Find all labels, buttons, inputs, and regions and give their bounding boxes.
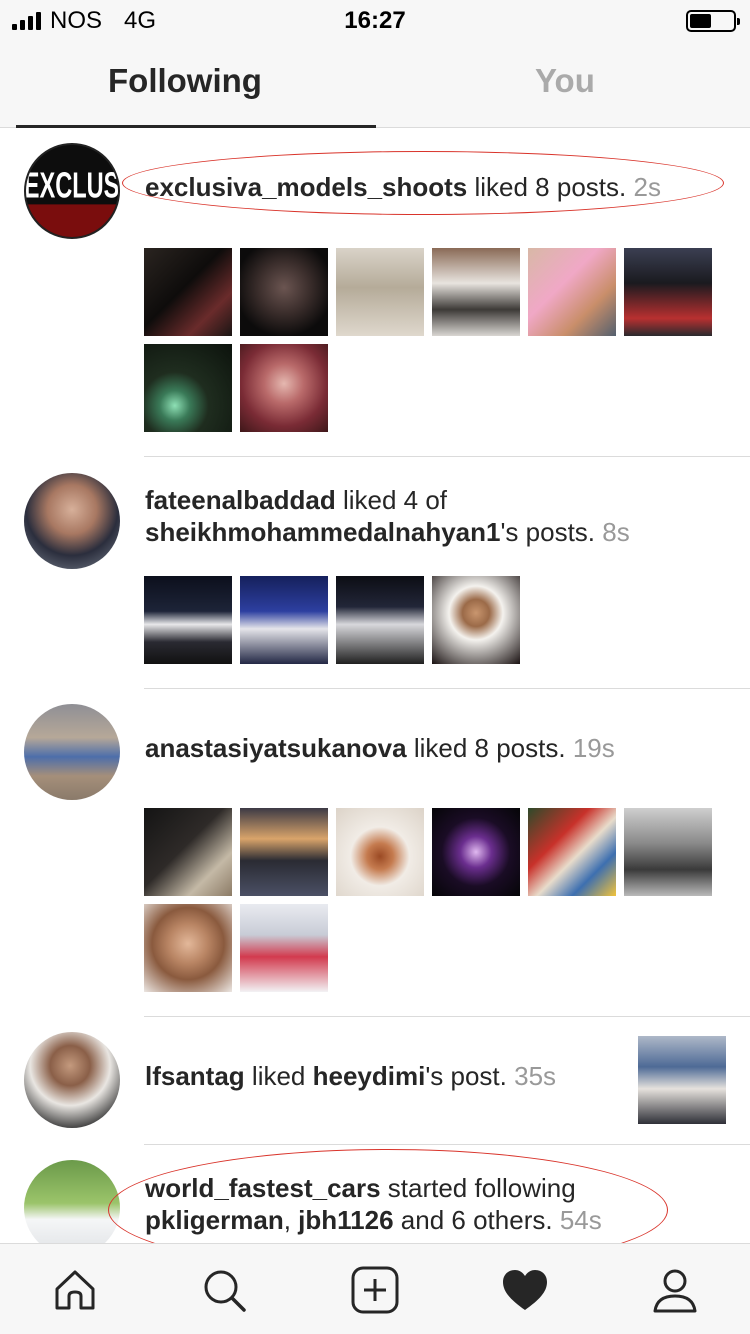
activity-text: anastasiyatsukanova liked 8 posts. 19s bbox=[145, 732, 615, 764]
target-user-link[interactable]: pkligerman bbox=[145, 1205, 284, 1235]
profile-icon[interactable] bbox=[649, 1264, 701, 1316]
username-link[interactable]: anastasiyatsukanova bbox=[145, 733, 407, 763]
post-thumbnail[interactable] bbox=[240, 344, 328, 432]
target-user-link[interactable]: heeydimi bbox=[313, 1061, 426, 1091]
post-thumbnail[interactable] bbox=[432, 248, 520, 336]
svg-text:EXCLUS: EXCLUS bbox=[26, 166, 118, 206]
liked-posts-grid bbox=[144, 248, 712, 432]
post-thumbnail[interactable] bbox=[624, 248, 712, 336]
avatar[interactable] bbox=[24, 1160, 120, 1243]
divider bbox=[144, 456, 750, 457]
avatar[interactable] bbox=[24, 1032, 120, 1128]
post-thumbnail[interactable] bbox=[624, 808, 712, 896]
timestamp: 54s bbox=[559, 1205, 602, 1235]
activity-text: fateenalbaddad liked 4 of sheikhmohammed… bbox=[145, 484, 630, 548]
post-thumbnail[interactable] bbox=[240, 904, 328, 992]
username-link[interactable]: world_fastest_cars bbox=[145, 1173, 381, 1203]
activity-text: exclusiva_models_shoots liked 8 posts. 2… bbox=[145, 171, 661, 203]
clock: 16:27 bbox=[344, 7, 406, 34]
active-tab-indicator bbox=[16, 125, 376, 128]
avatar[interactable] bbox=[24, 704, 120, 800]
action-text: liked 4 of bbox=[335, 485, 448, 515]
activity-text: lfsantag liked heeydimi's post. 35s bbox=[145, 1060, 556, 1092]
avatar[interactable] bbox=[24, 473, 120, 569]
home-icon[interactable] bbox=[49, 1264, 101, 1316]
target-suffix: 's post. bbox=[425, 1061, 507, 1091]
activity-tabs: Following You bbox=[0, 40, 750, 128]
target-user-link[interactable]: jbh1126 bbox=[298, 1205, 393, 1235]
divider bbox=[144, 1016, 750, 1017]
liked-posts-grid bbox=[144, 576, 712, 664]
post-thumbnail[interactable] bbox=[144, 808, 232, 896]
tab-following[interactable]: Following bbox=[108, 62, 262, 100]
timestamp: 8s bbox=[602, 517, 630, 547]
post-thumbnail[interactable] bbox=[336, 248, 424, 336]
add-post-icon[interactable] bbox=[349, 1264, 401, 1316]
battery-icon bbox=[686, 10, 740, 32]
post-thumbnail[interactable] bbox=[144, 248, 232, 336]
heart-icon[interactable] bbox=[499, 1264, 551, 1316]
post-thumbnail[interactable] bbox=[336, 808, 424, 896]
activity-text: world_fastest_cars started following pkl… bbox=[145, 1173, 602, 1235]
username-link[interactable]: fateenalbaddad bbox=[145, 485, 336, 515]
post-thumbnail[interactable] bbox=[638, 1036, 726, 1124]
timestamp: 2s bbox=[633, 172, 661, 202]
status-bar: NOS 4G 16:27 bbox=[0, 0, 750, 40]
tab-you[interactable]: You bbox=[535, 62, 595, 100]
username-link[interactable]: lfsantag bbox=[145, 1061, 245, 1091]
timestamp: 35s bbox=[514, 1061, 557, 1091]
timestamp: 19s bbox=[572, 733, 615, 763]
divider bbox=[144, 688, 750, 689]
liked-posts-grid bbox=[144, 808, 712, 992]
action-text: started following bbox=[380, 1173, 576, 1203]
post-thumbnail[interactable] bbox=[528, 248, 616, 336]
divider bbox=[144, 1144, 750, 1145]
action-text: liked bbox=[244, 1061, 313, 1091]
post-thumbnail[interactable] bbox=[240, 576, 328, 664]
post-thumbnail[interactable] bbox=[336, 576, 424, 664]
target-suffix: 's posts. bbox=[500, 517, 596, 547]
exclusiva-logo: EXCLUS bbox=[26, 145, 118, 237]
action-text: liked 8 posts. bbox=[467, 172, 627, 202]
post-thumbnail[interactable] bbox=[432, 576, 520, 664]
post-thumbnail[interactable] bbox=[240, 808, 328, 896]
post-thumbnail[interactable] bbox=[144, 904, 232, 992]
username-link[interactable]: exclusiva_models_shoots bbox=[145, 172, 467, 202]
action-text: liked 8 posts. bbox=[406, 733, 566, 763]
post-thumbnail[interactable] bbox=[240, 248, 328, 336]
post-thumbnail[interactable] bbox=[144, 576, 232, 664]
target-suffix: and 6 others. bbox=[393, 1205, 553, 1235]
post-thumbnail[interactable] bbox=[144, 344, 232, 432]
search-icon[interactable] bbox=[198, 1264, 250, 1316]
bottom-nav bbox=[0, 1243, 750, 1334]
target-user-link[interactable]: sheikhmohammedalnahyan1 bbox=[145, 517, 500, 547]
post-thumbnail[interactable] bbox=[432, 808, 520, 896]
avatar[interactable]: EXCLUS bbox=[24, 143, 120, 239]
post-thumbnail[interactable] bbox=[528, 808, 616, 896]
activity-feed[interactable]: EXCLUS exclusiva_models_shoots liked 8 p… bbox=[0, 129, 750, 1243]
